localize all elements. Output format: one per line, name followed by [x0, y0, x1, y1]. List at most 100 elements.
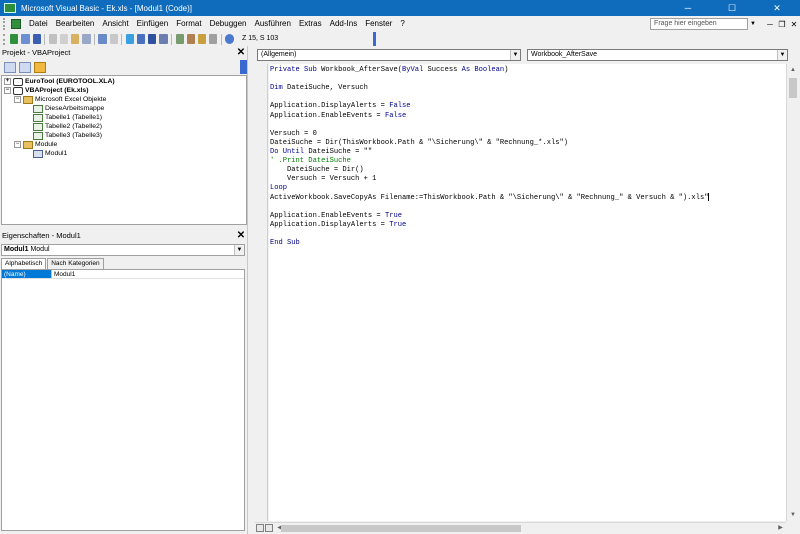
mdi-restore-button[interactable]: ❐: [776, 20, 788, 29]
code-line[interactable]: Loop: [270, 184, 287, 193]
menu-ausfuehren[interactable]: Ausführen: [250, 17, 294, 31]
excel-view-icon[interactable]: [10, 34, 19, 44]
code-line[interactable]: DateiSuche = Dir(ThisWorkbook.Path & "\S…: [270, 139, 568, 148]
toggle-folders-icon[interactable]: [34, 61, 46, 73]
insert-module-icon[interactable]: [21, 34, 30, 44]
toolbar-grip[interactable]: [3, 33, 7, 45]
code-text: DateiSuche = Dir(): [270, 166, 364, 175]
help-search-input[interactable]: Frage hier eingeben: [650, 18, 749, 30]
tree-node-eurotool[interactable]: + EuroTool (EUROTOOL.XLA): [4, 77, 115, 86]
collapse-icon[interactable]: −: [14, 96, 21, 103]
code-line[interactable]: Private Sub Workbook_AfterSave(ByVal Suc…: [270, 66, 508, 75]
project-explorer-icon[interactable]: [175, 34, 184, 44]
collapse-icon[interactable]: −: [14, 141, 21, 148]
vertical-scrollbar[interactable]: ▲ ▼: [786, 64, 798, 521]
break-icon[interactable]: [136, 34, 146, 44]
save-icon[interactable]: [32, 34, 41, 44]
undo-icon[interactable]: [98, 34, 107, 44]
run-icon[interactable]: [125, 34, 134, 44]
menu-datei[interactable]: Datei: [25, 17, 52, 31]
code-line[interactable]: ActiveWorkbook.SaveCopyAs Filename:=This…: [270, 193, 710, 202]
menu-debuggen[interactable]: Debuggen: [206, 17, 251, 31]
code-line[interactable]: Dim DateiSuche, Versuch: [270, 84, 368, 93]
chevron-down-icon[interactable]: ▼: [234, 245, 244, 255]
tree-node-tabelle2[interactable]: Tabelle2 (Tabelle2): [33, 122, 102, 131]
properties-panel-close-button[interactable]: ✕: [236, 231, 246, 241]
scrollbar-thumb[interactable]: [789, 78, 797, 98]
procedure-combo[interactable]: Workbook_AfterSave ▼: [527, 49, 788, 61]
tree-node-modul1[interactable]: Modul1: [33, 149, 68, 158]
tree-node-tabelle3[interactable]: Tabelle3 (Tabelle3): [33, 131, 102, 140]
properties-icon[interactable]: [186, 34, 195, 44]
code-window-icon[interactable]: [11, 19, 21, 29]
indicator-margin[interactable]: [255, 64, 268, 521]
help-dropdown-icon[interactable]: ▼: [750, 21, 756, 27]
code-line[interactable]: Do Until DateiSuche = "": [270, 148, 372, 157]
code-line[interactable]: Application.DisplayAlerts = True: [270, 221, 406, 230]
close-button[interactable]: ✕: [754, 0, 800, 16]
tab-alphabetisch[interactable]: Alphabetisch: [1, 258, 47, 269]
code-keyword: True: [384, 211, 402, 220]
code-line[interactable]: Versuch = Versuch + 1: [270, 175, 376, 184]
property-row[interactable]: (Name) Modul1: [2, 270, 244, 279]
minimize-button[interactable]: ─: [666, 0, 710, 16]
menu-fenster[interactable]: Fenster: [361, 17, 396, 31]
maximize-button[interactable]: ☐: [710, 0, 754, 16]
tab-nach-kategorien[interactable]: Nach Kategorien: [47, 258, 104, 269]
code-line[interactable]: DateiSuche = Dir(): [270, 166, 364, 175]
tree-node-vbaproject[interactable]: − VBAProject (Ek.xls): [4, 86, 88, 95]
menu-extras[interactable]: Extras: [295, 17, 326, 31]
menu-einfuegen[interactable]: Einfügen: [133, 17, 173, 31]
view-code-icon[interactable]: [4, 61, 16, 73]
code-line[interactable]: Application.EnableEvents = True: [270, 212, 402, 221]
object-browser-icon[interactable]: [197, 34, 207, 44]
menu-format[interactable]: Format: [172, 17, 205, 31]
object-combo[interactable]: (Allgemein) ▼: [257, 49, 521, 61]
view-object-icon[interactable]: [19, 61, 31, 73]
expand-icon[interactable]: +: [4, 78, 11, 85]
copy-icon[interactable]: [59, 34, 69, 44]
menu-bearbeiten[interactable]: Bearbeiten: [52, 17, 99, 31]
code-line[interactable]: Versuch = 0: [270, 130, 317, 139]
mdi-minimize-button[interactable]: ─: [764, 20, 776, 29]
project-toolbar-options-icon[interactable]: [240, 60, 247, 74]
cut-icon[interactable]: [48, 34, 57, 44]
code-line[interactable]: Application.DisplayAlerts = False: [270, 102, 411, 111]
project-panel-close-button[interactable]: ✕: [236, 48, 246, 58]
menu-ansicht[interactable]: Ansicht: [98, 17, 132, 31]
reset-icon[interactable]: [148, 34, 157, 44]
scroll-right-icon[interactable]: ▶: [775, 523, 786, 534]
object-select[interactable]: Modul1 Modul ▼: [1, 244, 245, 256]
menu-help[interactable]: ?: [396, 17, 408, 31]
procedure-view-icon[interactable]: [256, 524, 264, 532]
property-value[interactable]: Modul1: [52, 270, 244, 278]
code-line[interactable]: End Sub: [270, 239, 300, 248]
design-mode-icon[interactable]: [159, 34, 168, 44]
collapse-icon[interactable]: −: [4, 87, 11, 94]
tree-node-tabelle1[interactable]: Tabelle1 (Tabelle1): [33, 113, 102, 122]
horizontal-scrollbar[interactable]: ◀ ▶: [255, 522, 786, 533]
redo-icon[interactable]: [109, 34, 118, 44]
code-keyword: End Sub: [270, 238, 300, 247]
toolbox-icon[interactable]: [209, 34, 218, 44]
paste-icon[interactable]: [71, 34, 80, 44]
scroll-down-icon[interactable]: ▼: [787, 509, 799, 521]
scroll-up-icon[interactable]: ▲: [787, 64, 799, 76]
tree-node-excel-objects[interactable]: − Microsoft Excel Objekte: [14, 95, 106, 104]
full-module-view-icon[interactable]: [265, 524, 273, 532]
code-text: Application.EnableEvents =: [270, 111, 385, 120]
help-icon[interactable]: [225, 34, 234, 44]
mdi-close-button[interactable]: ✕: [788, 20, 800, 29]
chevron-down-icon[interactable]: ▼: [777, 50, 787, 60]
tree-node-module[interactable]: − Module: [14, 140, 57, 149]
toolbar-options-icon[interactable]: [372, 32, 377, 46]
chevron-down-icon[interactable]: ▼: [510, 50, 520, 60]
scrollbar-thumb[interactable]: [281, 525, 521, 532]
tree-node-diesearbeitsmappe[interactable]: DieseArbeitsmappe: [33, 104, 104, 113]
code-editor[interactable]: Private Sub Workbook_AfterSave(ByVal Suc…: [269, 64, 786, 521]
menu-grip[interactable]: [3, 18, 9, 30]
find-icon[interactable]: [82, 34, 91, 44]
menu-add-ins[interactable]: Add-Ins: [326, 17, 362, 31]
code-line[interactable]: ' .Print DateiSuche: [270, 157, 351, 166]
code-line[interactable]: Application.EnableEvents = False: [270, 112, 406, 121]
